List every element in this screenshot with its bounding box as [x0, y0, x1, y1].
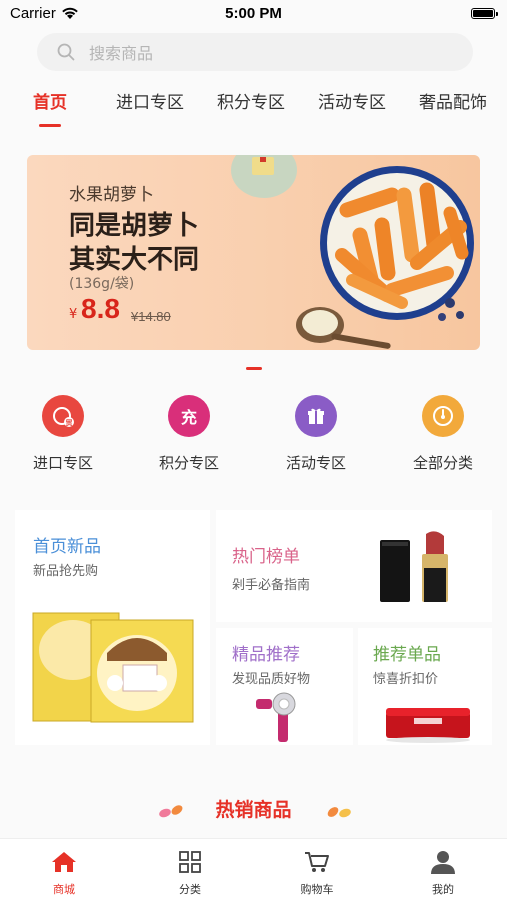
tab-indicator — [39, 124, 61, 127]
category-import[interactable]: 贸 进口专区 — [13, 395, 113, 473]
svg-text:贸: 贸 — [66, 418, 73, 427]
hot-section-title: 热销商品 — [215, 799, 292, 821]
banner-page-indicator — [246, 367, 262, 370]
promo-featured-card[interactable]: 精品推荐 发现品质好物 — [216, 628, 353, 745]
gift-icon — [295, 395, 337, 437]
category-label: 全部分类 — [412, 454, 473, 472]
promo-hot-card[interactable]: 热门榜单 剁手必备指南 — [216, 510, 492, 622]
tab-bar-label: 分类 — [179, 883, 201, 896]
category-label: 积分专区 — [158, 454, 219, 472]
tab-bar-profile[interactable]: 我的 — [403, 847, 483, 897]
tab-bar-mall[interactable]: 商城 — [24, 847, 104, 897]
banner-subtitle: 水果胡萝卜 — [69, 185, 154, 205]
battery-icon — [471, 8, 498, 19]
category-label: 活动专区 — [285, 454, 346, 472]
tab-bar-label: 我的 — [432, 883, 454, 896]
search-bar[interactable]: 搜索商品 — [37, 33, 473, 71]
promo-banner[interactable]: 水果胡萝卜 同是胡萝卜 其实大不同 (136g/袋) ¥ 8.8 ¥14.80 — [27, 155, 480, 350]
search-placeholder: 搜索商品 — [89, 44, 154, 63]
grid-icon — [179, 851, 201, 873]
user-icon — [431, 851, 455, 874]
category-activity[interactable]: 活动专区 — [266, 395, 366, 473]
tab-home[interactable]: 首页 — [33, 88, 67, 113]
banner-title-line1: 同是胡萝卜 — [69, 211, 200, 241]
promo-featured-sub: 发现品质好物 — [232, 672, 311, 687]
category-label: 进口专区 — [32, 454, 93, 472]
promo-single-title: 推荐单品 — [373, 645, 441, 665]
tab-activity[interactable]: 活动专区 — [318, 88, 386, 113]
top-tabs: 首页 进口专区 积分专区 活动专区 奢品配饰 — [0, 88, 507, 118]
leaf-decor-icon — [327, 807, 351, 818]
status-bar: Carrier 5:00 PM — [0, 0, 507, 30]
home-icon — [52, 852, 76, 872]
points-icon: 充 — [168, 395, 210, 437]
tab-luxury[interactable]: 奢品配饰 — [419, 88, 487, 113]
dashboard-icon — [422, 395, 464, 437]
tab-points[interactable]: 积分专区 — [217, 88, 285, 113]
lipstick-image — [380, 531, 448, 602]
tab-bar-label: 购物车 — [300, 883, 334, 896]
leaf-decor-icon — [159, 805, 183, 818]
promo-hot-title: 热门榜单 — [232, 547, 300, 567]
import-icon: 贸 — [42, 395, 84, 437]
search-icon — [57, 43, 75, 61]
promo-single-sub: 惊喜折扣价 — [373, 672, 439, 687]
promo-new-card[interactable]: 首页新品 新品抢先购 — [15, 510, 210, 745]
category-grid: 贸 进口专区 充 积分专区 活动专区 全部分类 — [0, 395, 507, 480]
banner-currency: ¥ — [69, 307, 78, 322]
banner-original-price: ¥14.80 — [131, 309, 171, 324]
cart-icon — [305, 852, 329, 872]
promo-grid: 首页新品 新品抢先购 热门榜单 剁手必备指南 精品推荐 发现品质好物 推荐单品 … — [15, 510, 492, 745]
banner-title-line2: 其实大不同 — [69, 245, 200, 275]
banner-spec: (136g/袋) — [69, 276, 135, 292]
tab-bar-category[interactable]: 分类 — [150, 847, 230, 897]
hairdryer-image — [256, 692, 296, 742]
hot-section-header: 热销商品 — [0, 795, 507, 822]
category-points[interactable]: 充 积分专区 — [139, 395, 239, 473]
category-all[interactable]: 全部分类 — [393, 395, 493, 473]
promo-new-sub: 新品抢先购 — [33, 564, 99, 579]
mask-pack-image — [32, 612, 194, 723]
clock: 5:00 PM — [225, 5, 282, 22]
promo-new-title: 首页新品 — [33, 537, 101, 557]
banner-price: 8.8 — [81, 293, 120, 324]
bottom-tab-bar: 商城 分类 购物车 我的 — [0, 838, 507, 901]
tab-import[interactable]: 进口专区 — [116, 88, 184, 113]
tab-bar-label: 商城 — [53, 883, 75, 896]
promo-single-card[interactable]: 推荐单品 惊喜折扣价 — [358, 628, 492, 745]
cream-jar-image — [386, 708, 470, 743]
carrot-bowl-image — [231, 155, 474, 349]
promo-hot-sub: 剁手必备指南 — [232, 578, 311, 593]
promo-featured-title: 精品推荐 — [232, 645, 300, 665]
tab-bar-cart[interactable]: 购物车 — [277, 847, 357, 897]
